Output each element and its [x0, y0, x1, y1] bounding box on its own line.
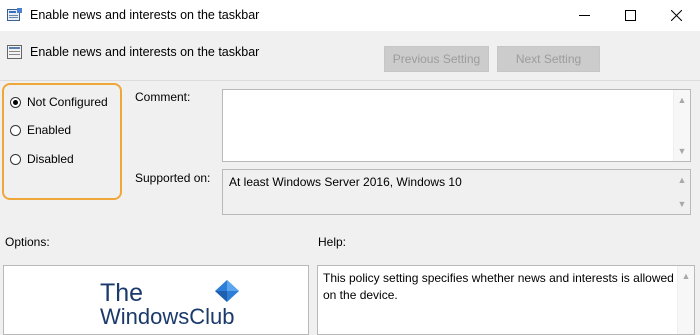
scroll-down-icon[interactable]: ▼	[674, 143, 690, 159]
comment-scrollbar[interactable]: ▲ ▼	[673, 90, 690, 161]
policy-heading: Enable news and interests on the taskbar	[30, 45, 260, 59]
scroll-up-icon[interactable]: ▲	[678, 268, 694, 284]
previous-setting-button[interactable]: Previous Setting	[384, 46, 489, 72]
enabled-option[interactable]: Enabled	[10, 123, 71, 137]
not-configured-option[interactable]: Not Configured	[10, 95, 108, 109]
supported-on-value: At least Windows Server 2016, Windows 10	[229, 175, 462, 189]
next-setting-button[interactable]: Next Setting	[497, 46, 600, 72]
disabled-label: Disabled	[27, 152, 74, 166]
enabled-radio[interactable]	[10, 124, 21, 136]
minimize-icon	[578, 15, 590, 16]
scroll-down-icon[interactable]: ▼	[674, 196, 690, 212]
setting-icon	[7, 45, 22, 59]
watermark-line2: WindowsClub	[100, 304, 235, 329]
not-configured-label: Not Configured	[27, 95, 108, 109]
help-scrollbar[interactable]: ▲	[677, 266, 694, 334]
minimize-button[interactable]	[561, 0, 607, 31]
supported-on-label: Supported on:	[135, 171, 211, 185]
disabled-radio[interactable]	[10, 153, 21, 165]
scroll-up-icon[interactable]: ▲	[674, 172, 690, 188]
supported-on-box: At least Windows Server 2016, Windows 10…	[222, 169, 691, 215]
scroll-up-icon[interactable]: ▲	[674, 92, 690, 108]
help-panel: This policy setting specifies whether ne…	[317, 265, 695, 335]
not-configured-radio[interactable]	[10, 96, 21, 108]
supported-scrollbar[interactable]: ▲ ▼	[673, 170, 690, 214]
help-text: This policy setting specifies whether ne…	[323, 271, 674, 302]
close-icon	[670, 10, 682, 21]
comment-label: Comment:	[135, 90, 191, 104]
comment-textarea[interactable]: ▲ ▼	[222, 89, 691, 162]
maximize-button[interactable]	[607, 0, 653, 31]
windows-logo-icon	[215, 280, 239, 302]
options-label: Options:	[5, 235, 50, 249]
window-title: Enable news and interests on the taskbar	[30, 8, 260, 22]
enabled-label: Enabled	[27, 123, 72, 137]
separator	[0, 80, 700, 81]
policy-icon	[7, 8, 22, 21]
help-label: Help:	[318, 235, 347, 249]
maximize-icon	[624, 10, 636, 21]
disabled-option[interactable]: Disabled	[10, 152, 74, 166]
close-button[interactable]	[653, 0, 699, 31]
